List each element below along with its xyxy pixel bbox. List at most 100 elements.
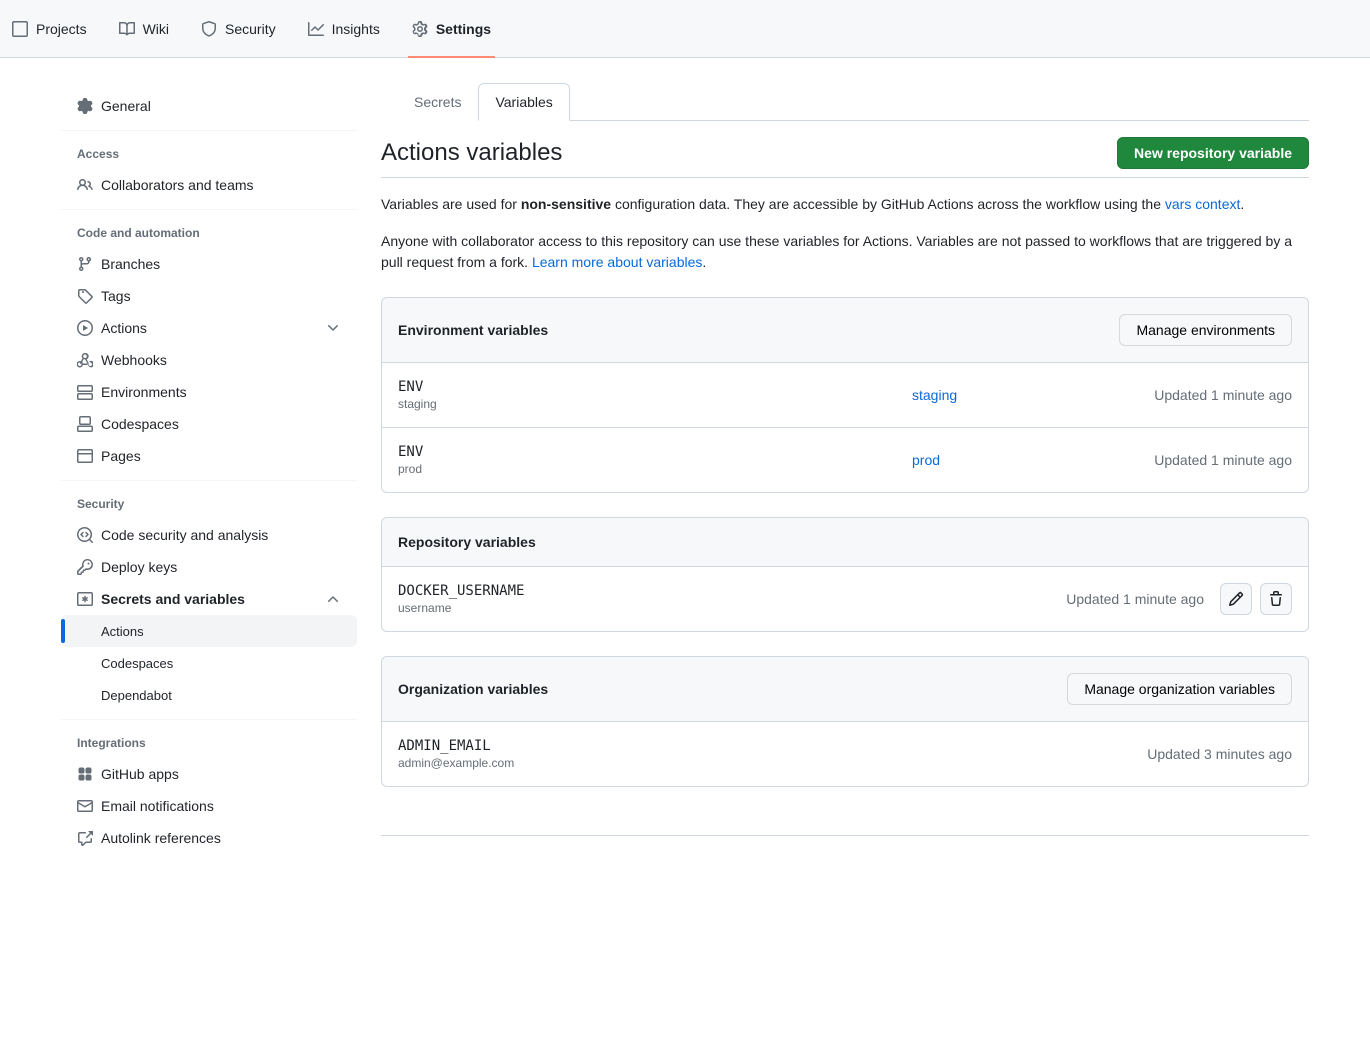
sidebar-general[interactable]: General	[61, 90, 357, 122]
sidebar-code-security[interactable]: Code security and analysis	[61, 519, 357, 551]
trash-icon	[1268, 591, 1284, 607]
sidebar-pages-label: Pages	[101, 448, 141, 464]
sidebar-tags[interactable]: Tags	[61, 280, 357, 312]
variable-name: ENV	[398, 444, 912, 460]
pencil-icon	[1228, 591, 1244, 607]
desc-p1a: Variables are used for	[381, 196, 521, 212]
sidebar-webhooks[interactable]: Webhooks	[61, 344, 357, 376]
nav-projects[interactable]: Projects	[0, 0, 99, 57]
sidebar-autolink-label: Autolink references	[101, 830, 221, 846]
env-variable-row: ENV staging staging Updated 1 minute ago	[382, 363, 1308, 428]
env-variable-row: ENV prod prod Updated 1 minute ago	[382, 428, 1308, 492]
sidebar-environments[interactable]: Environments	[61, 376, 357, 408]
sidebar-actions[interactable]: Actions	[61, 312, 357, 344]
variable-name: ADMIN_EMAIL	[398, 738, 845, 754]
repo-panel-title: Repository variables	[398, 534, 536, 550]
server-icon	[77, 384, 93, 400]
tab-secrets[interactable]: Secrets	[397, 83, 478, 121]
page-title: Actions variables	[381, 139, 562, 167]
nav-insights-label: Insights	[332, 21, 380, 37]
tab-variables[interactable]: Variables	[478, 83, 569, 121]
repo-variable-row: DOCKER_USERNAME username Updated 1 minut…	[382, 567, 1308, 631]
sidebar-access-heading: Access	[61, 139, 357, 169]
apps-icon	[77, 766, 93, 782]
sidebar-sub-codespaces[interactable]: Codespaces	[61, 647, 357, 679]
nav-projects-label: Projects	[36, 21, 87, 37]
env-panel-title: Environment variables	[398, 322, 548, 338]
footer-separator	[381, 835, 1309, 836]
sidebar-secrets-variables-label: Secrets and variables	[101, 591, 245, 607]
sidebar-deploy-keys-label: Deploy keys	[101, 559, 177, 575]
desc-p2b: .	[702, 254, 706, 270]
new-repository-variable-button[interactable]: New repository variable	[1117, 137, 1309, 169]
sidebar-github-apps[interactable]: GitHub apps	[61, 758, 357, 790]
chevron-up-icon	[325, 591, 341, 607]
book-icon	[119, 21, 135, 37]
key-asterisk-icon	[77, 591, 93, 607]
desc-p1c: configuration data. They are accessible …	[611, 196, 1165, 212]
nav-wiki[interactable]: Wiki	[107, 0, 181, 57]
sidebar-codespaces-label: Codespaces	[101, 416, 179, 432]
key-icon	[77, 559, 93, 575]
table-icon	[12, 21, 28, 37]
variable-updated: Updated 3 minutes ago	[845, 746, 1292, 762]
sidebar-tags-label: Tags	[101, 288, 131, 304]
sidebar-email-notifications-label: Email notifications	[101, 798, 214, 814]
variable-updated: Updated 1 minute ago	[801, 591, 1204, 607]
gear-icon	[77, 98, 93, 114]
desc-p1d: .	[1240, 196, 1244, 212]
variable-updated: Updated 1 minute ago	[1092, 452, 1292, 468]
sidebar-secrets-variables[interactable]: Secrets and variables	[61, 583, 357, 615]
tag-icon	[77, 288, 93, 304]
webhook-icon	[77, 352, 93, 368]
secrets-variables-tabs: Secrets Variables	[397, 82, 1309, 121]
sidebar-sub-actions-label: Actions	[101, 624, 144, 639]
org-variable-row: ADMIN_EMAIL admin@example.com Updated 3 …	[382, 722, 1308, 786]
shield-icon	[201, 21, 217, 37]
cross-reference-icon	[77, 830, 93, 846]
sidebar-environments-label: Environments	[101, 384, 187, 400]
sidebar-email-notifications[interactable]: Email notifications	[61, 790, 357, 822]
browser-icon	[77, 448, 93, 464]
org-panel-title: Organization variables	[398, 681, 548, 697]
manage-environments-button[interactable]: Manage environments	[1119, 314, 1292, 346]
nav-security[interactable]: Security	[189, 0, 288, 57]
gear-icon	[412, 21, 428, 37]
nav-security-label: Security	[225, 21, 276, 37]
mail-icon	[77, 798, 93, 814]
sidebar-sub-dependabot[interactable]: Dependabot	[61, 679, 357, 711]
manage-org-variables-button[interactable]: Manage organization variables	[1067, 673, 1292, 705]
sidebar-deploy-keys[interactable]: Deploy keys	[61, 551, 357, 583]
sidebar-autolink[interactable]: Autolink references	[61, 822, 357, 854]
variable-value: staging	[398, 397, 912, 411]
sidebar-pages[interactable]: Pages	[61, 440, 357, 472]
sidebar-github-apps-label: GitHub apps	[101, 766, 179, 782]
chevron-down-icon	[325, 320, 341, 336]
settings-sidebar: General Access Collaborators and teams C…	[61, 82, 357, 862]
people-icon	[77, 177, 93, 193]
sidebar-general-label: General	[101, 98, 151, 114]
delete-variable-button[interactable]	[1260, 583, 1292, 615]
learn-more-link[interactable]: Learn more about variables	[532, 254, 702, 270]
desc-p1b: non-sensitive	[521, 196, 611, 212]
environment-link[interactable]: staging	[912, 387, 957, 403]
sidebar-collaborators-label: Collaborators and teams	[101, 177, 254, 193]
nav-settings[interactable]: Settings	[400, 0, 503, 57]
main-content: Secrets Variables Actions variables New …	[381, 82, 1309, 862]
variable-updated: Updated 1 minute ago	[1092, 387, 1292, 403]
sidebar-code-security-label: Code security and analysis	[101, 527, 268, 543]
variable-value: admin@example.com	[398, 756, 845, 770]
nav-wiki-label: Wiki	[143, 21, 169, 37]
sidebar-actions-label: Actions	[101, 320, 147, 336]
vars-context-link[interactable]: vars context	[1165, 196, 1240, 212]
nav-insights[interactable]: Insights	[296, 0, 392, 57]
sidebar-branches[interactable]: Branches	[61, 248, 357, 280]
repository-variables-panel: Repository variables DOCKER_USERNAME use…	[381, 517, 1309, 632]
sidebar-codespaces[interactable]: Codespaces	[61, 408, 357, 440]
environment-link[interactable]: prod	[912, 452, 940, 468]
sidebar-sub-actions[interactable]: Actions	[61, 615, 357, 647]
edit-variable-button[interactable]	[1220, 583, 1252, 615]
graph-icon	[308, 21, 324, 37]
sidebar-branches-label: Branches	[101, 256, 160, 272]
sidebar-collaborators[interactable]: Collaborators and teams	[61, 169, 357, 201]
